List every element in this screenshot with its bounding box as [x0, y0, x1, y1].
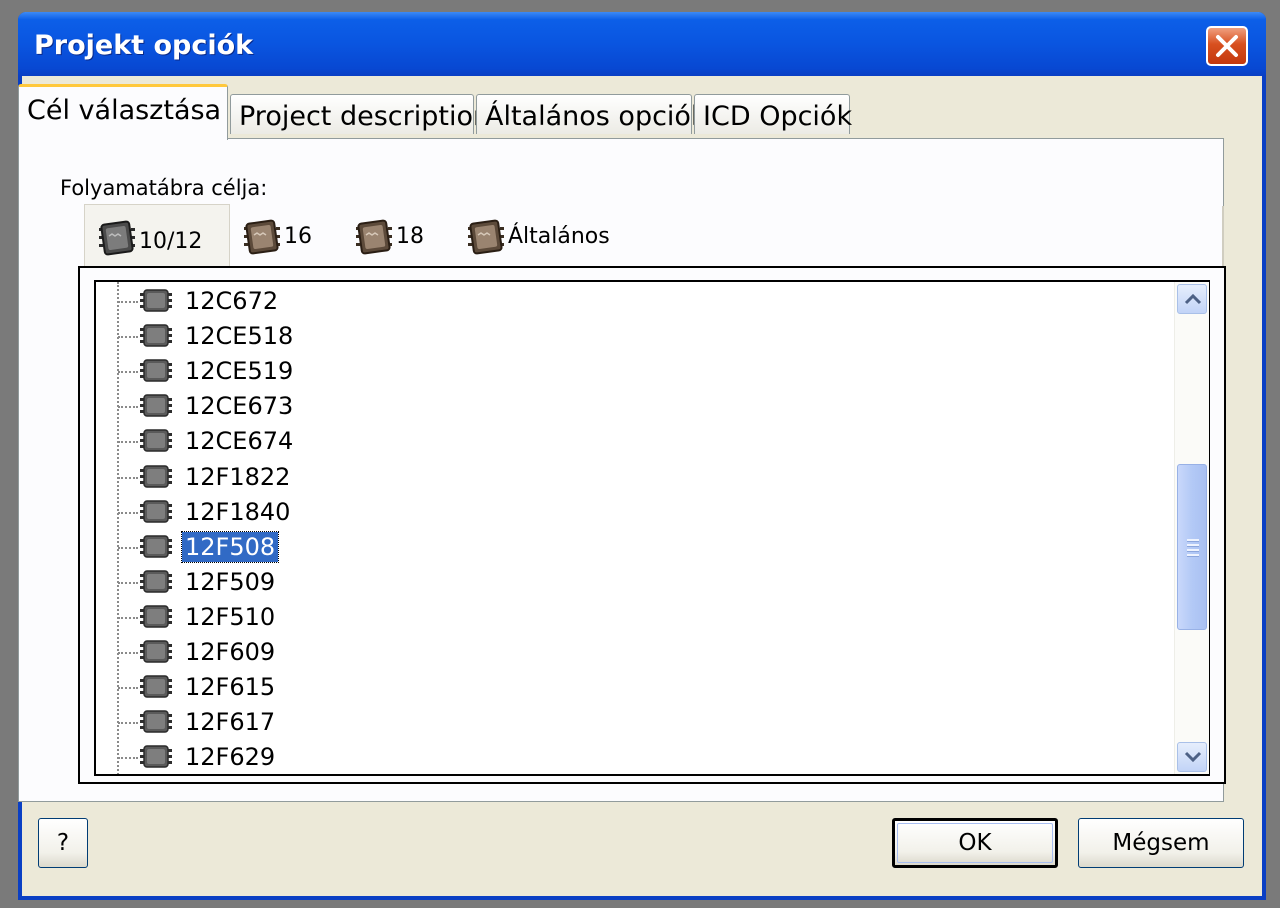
grip-line: [1187, 539, 1199, 542]
scroll-thumb[interactable]: [1177, 464, 1207, 630]
help-button[interactable]: ?: [38, 818, 88, 868]
tree-item[interactable]: 12F510: [96, 600, 1172, 635]
tree-item-label: 12F617: [185, 708, 276, 737]
tree-connector: [118, 301, 138, 303]
tree-item[interactable]: 12F508: [96, 530, 1172, 565]
tree-item[interactable]: 12F609: [96, 635, 1172, 670]
tree-item[interactable]: 12CE674: [96, 424, 1172, 459]
family-tab-strip: 10/12 16 18 Általános: [62, 204, 1226, 268]
tree-connector: [118, 687, 138, 690]
ok-button[interactable]: OK: [892, 818, 1058, 868]
tree-item-label: 12F1822: [185, 462, 291, 491]
subtab-label: Általános: [508, 224, 610, 249]
subtab-label: 16: [284, 224, 312, 249]
chip-icon: [140, 289, 172, 312]
chip-icon: [140, 605, 172, 628]
tree-connector: [118, 441, 138, 444]
tree-item[interactable]: 12F1822: [96, 460, 1172, 495]
chip-icon: [140, 464, 172, 488]
close-button[interactable]: [1206, 26, 1248, 66]
chip-icon: [140, 324, 172, 347]
tree-item-label: 12F615: [185, 673, 276, 702]
chip-icon: [140, 570, 172, 593]
subtab-16[interactable]: 16: [230, 210, 336, 266]
chip-icon: [140, 675, 172, 698]
tree-item-label: 12CE673: [185, 392, 294, 421]
tab-general-options[interactable]: Általános opciók: [476, 94, 707, 134]
tree-item-label: 12F509: [185, 567, 276, 596]
flowchart-target-label: Folyamatábra célja:: [60, 176, 268, 200]
tree-connector: [118, 546, 138, 549]
grip-line: [1187, 554, 1199, 557]
tree-connector: [118, 476, 138, 479]
tree-item-label: 12C672: [185, 287, 279, 315]
subtab-label: 18: [396, 224, 424, 249]
tree-connector: [118, 757, 138, 760]
close-icon: [1216, 35, 1238, 57]
tab-label: ICD Opciók: [703, 101, 853, 132]
tree-item[interactable]: 12CE519: [96, 354, 1172, 389]
tree-item[interactable]: 12F509: [96, 565, 1172, 600]
scroll-down-button[interactable]: [1177, 742, 1207, 772]
tree-item-label: 12F508: [180, 530, 280, 563]
tree-item[interactable]: 12C672: [96, 284, 1172, 319]
tree-connector: [118, 722, 138, 725]
subtab-18[interactable]: 18: [342, 210, 448, 266]
cancel-button[interactable]: Mégsem: [1078, 818, 1244, 868]
chip-icon: [140, 429, 172, 453]
tree-item[interactable]: 12CE673: [96, 389, 1172, 424]
title-bar[interactable]: Projekt opciók: [18, 12, 1266, 76]
chevron-up-icon: [1184, 293, 1202, 305]
tree-item-label: 12CE674: [185, 427, 294, 456]
tree-item-label: 12F629: [185, 743, 276, 772]
tree-item-label: 12F609: [185, 638, 276, 666]
chip-icon: [468, 219, 504, 255]
tab-project-description[interactable]: Project description: [230, 94, 490, 134]
window-title: Projekt opciók: [34, 30, 254, 61]
tab-label: Project description: [239, 101, 491, 132]
chevron-down-icon: [1184, 751, 1202, 763]
tab-label: Cél választása: [27, 95, 222, 126]
device-tree[interactable]: 12C672 12CE518 12CE519 12CE673 12CE674 12F182…: [94, 280, 1210, 776]
chip-icon: [99, 220, 135, 256]
chip-icon: [244, 219, 280, 255]
tab-target[interactable]: Cél választása: [18, 84, 228, 140]
tree-connector: [118, 511, 138, 514]
chip-icon: [140, 499, 172, 523]
tree-item[interactable]: 12F629: [96, 740, 1172, 774]
tree-connector: [118, 616, 138, 619]
tree-item[interactable]: 12CE518: [96, 319, 1172, 354]
chip-icon: [140, 359, 172, 382]
tree-connector: [118, 581, 138, 584]
vertical-scrollbar[interactable]: [1174, 282, 1209, 774]
tree-item-label: 12F1840: [185, 497, 291, 526]
tab-label: Általános opciók: [485, 101, 707, 132]
tree-connector: [118, 652, 138, 654]
subtab-label: 10/12: [139, 229, 203, 254]
chip-icon: [356, 219, 392, 255]
tree-item[interactable]: 12F615: [96, 670, 1172, 705]
chip-icon: [140, 534, 172, 558]
grip-line: [1187, 549, 1199, 552]
tree-item-label: 12F510: [185, 602, 276, 631]
tree-item-label: 12CE518: [185, 322, 294, 351]
tab-icd-options[interactable]: ICD Opciók: [694, 94, 853, 134]
tree-connector: [118, 371, 138, 374]
subtab-edge: [1222, 206, 1224, 266]
tree-connector: [118, 336, 138, 339]
chip-icon: [140, 640, 172, 663]
tree-connector: [118, 406, 138, 409]
tree-item[interactable]: 12F617: [96, 705, 1172, 740]
grip-line: [1187, 544, 1199, 547]
subtab-10-12[interactable]: 10/12: [84, 204, 230, 268]
chip-icon: [140, 710, 172, 733]
chip-icon: [140, 745, 172, 769]
tree-item-label: 12CE519: [185, 357, 294, 386]
subtab-general[interactable]: Általános: [454, 210, 634, 266]
tree-item[interactable]: 12F1840: [96, 495, 1172, 530]
chip-icon: [140, 394, 172, 418]
scroll-up-button[interactable]: [1177, 284, 1207, 314]
